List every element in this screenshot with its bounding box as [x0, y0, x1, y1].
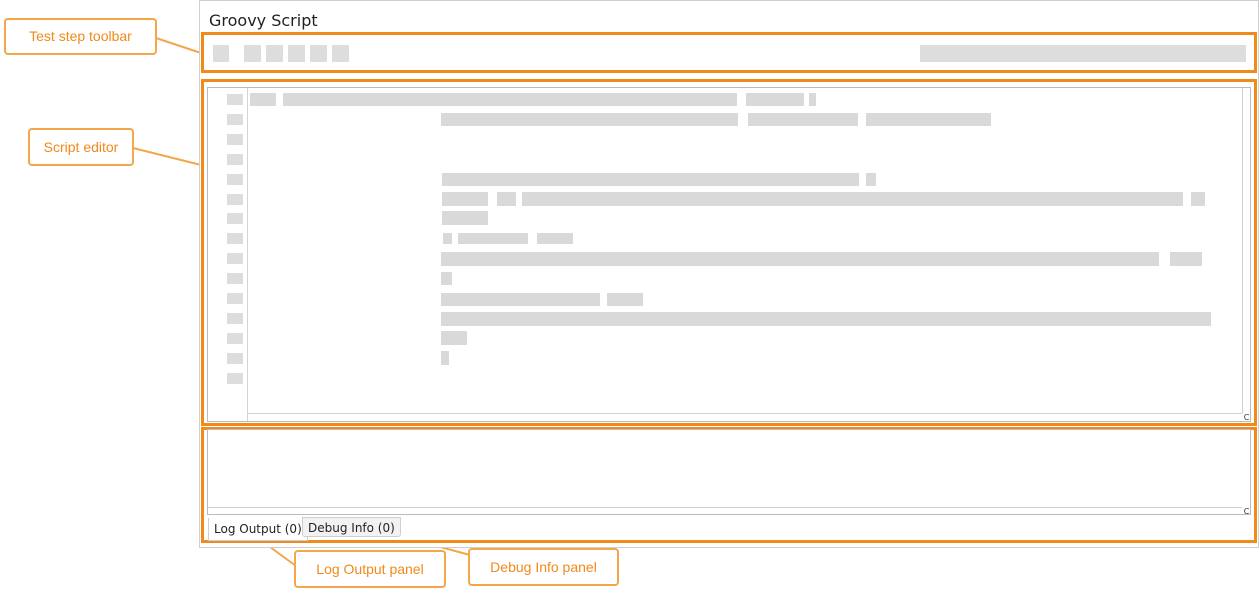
toolbar-button-3[interactable]	[266, 45, 283, 62]
code-token	[746, 93, 804, 106]
callout-script-editor: Script editor	[28, 128, 134, 166]
line-number	[227, 293, 243, 304]
code-token	[283, 93, 737, 106]
code-token	[607, 293, 643, 306]
line-number	[227, 313, 243, 324]
tab-debug-info[interactable]: Debug Info (0)	[302, 517, 401, 537]
run-button[interactable]	[213, 45, 229, 62]
line-number	[227, 333, 243, 344]
code-token	[458, 233, 528, 244]
editor-vertical-scrollbar[interactable]	[1242, 88, 1250, 413]
code-token	[866, 113, 991, 126]
line-number	[227, 253, 243, 264]
toolbar-button-4[interactable]	[288, 45, 305, 62]
line-number-gutter-divider	[247, 88, 248, 421]
code-token	[441, 293, 600, 306]
code-token	[443, 233, 452, 244]
line-number	[227, 373, 243, 384]
line-number	[227, 174, 243, 185]
line-number	[227, 94, 243, 105]
code-token	[809, 93, 816, 106]
code-token	[442, 192, 488, 206]
line-number	[227, 273, 243, 284]
log-output-area[interactable]	[207, 429, 1251, 515]
editor-horizontal-scrollbar[interactable]	[248, 413, 1242, 421]
log-scroll-corner: C	[1243, 507, 1250, 516]
toolbar-button-6[interactable]	[332, 45, 349, 62]
line-number	[227, 194, 243, 205]
code-token	[441, 272, 452, 285]
code-token	[522, 192, 1183, 206]
line-number	[227, 213, 243, 224]
code-token	[441, 331, 467, 345]
code-token	[442, 173, 859, 186]
code-token	[866, 173, 876, 186]
window-title: Groovy Script	[209, 11, 318, 30]
callout-test-step-toolbar: Test step toolbar	[4, 18, 157, 55]
line-number	[227, 233, 243, 244]
code-token	[748, 113, 858, 126]
line-number	[227, 114, 243, 125]
code-token	[497, 192, 516, 206]
code-token	[1191, 192, 1205, 206]
callout-log-output-panel: Log Output panel	[294, 550, 446, 588]
code-token	[441, 252, 1159, 266]
callout-debug-info-panel: Debug Info panel	[468, 548, 619, 586]
code-token	[1170, 252, 1202, 266]
code-token	[442, 211, 488, 225]
tab-log-output[interactable]: Log Output (0)	[208, 518, 308, 541]
toolbar-right-field[interactable]	[920, 45, 1246, 62]
line-number	[227, 154, 243, 165]
code-token	[537, 233, 573, 244]
toolbar-button-5[interactable]	[310, 45, 327, 62]
code-token	[441, 312, 1211, 326]
toolbar-button-2[interactable]	[244, 45, 261, 62]
editor-scroll-corner: C	[1243, 413, 1250, 422]
log-horizontal-scrollbar[interactable]	[208, 507, 1242, 508]
code-token	[250, 93, 276, 106]
code-token	[441, 351, 449, 365]
line-number	[227, 134, 243, 145]
line-number	[227, 353, 243, 364]
code-token	[441, 113, 738, 126]
